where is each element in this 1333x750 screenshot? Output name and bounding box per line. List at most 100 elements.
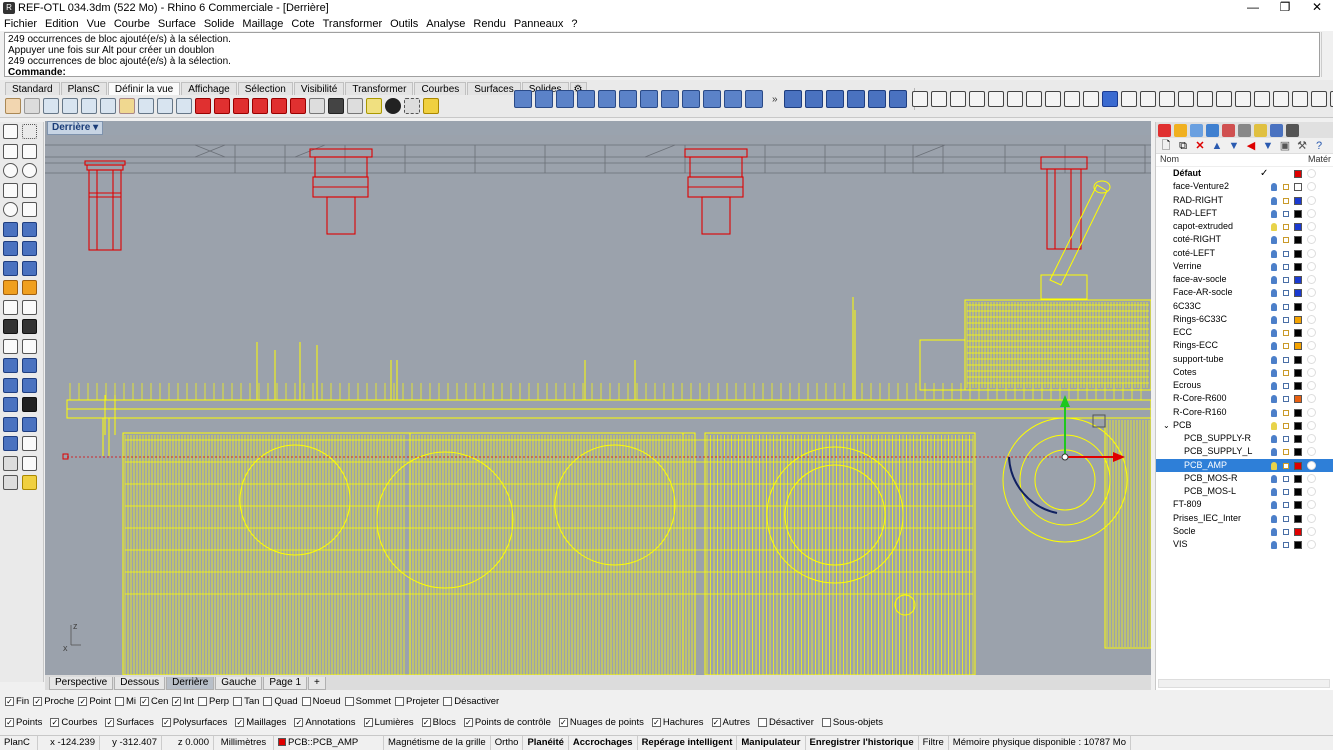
layer-name[interactable]: Ecrous <box>1173 379 1201 392</box>
lock-icon[interactable] <box>1283 383 1289 389</box>
viewport-canvas[interactable]: z x <box>45 135 1151 675</box>
array-icon[interactable] <box>22 416 37 432</box>
menu-edition[interactable]: Edition <box>45 18 79 30</box>
render-icon[interactable] <box>22 280 37 296</box>
layer-row[interactable]: coté-RIGHT <box>1156 233 1333 246</box>
point-icon[interactable] <box>385 98 401 114</box>
filter-maillages[interactable]: ✓ Maillages <box>235 717 286 728</box>
make-2d-icon[interactable] <box>1197 91 1213 107</box>
layer-color-swatch[interactable] <box>1294 514 1302 523</box>
circle-icon[interactable] <box>3 163 18 179</box>
move-icon[interactable] <box>3 377 18 393</box>
clipping-plane-icon[interactable] <box>1235 91 1251 107</box>
material-circle-icon[interactable] <box>1307 208 1316 218</box>
display-tab-icon[interactable] <box>1190 123 1203 137</box>
checkbox[interactable] <box>263 696 273 706</box>
checkbox[interactable]: ✓ <box>33 696 43 706</box>
dim-rotated-icon[interactable] <box>950 91 966 107</box>
help-tab-icon[interactable] <box>1286 123 1299 137</box>
new-layer-icon[interactable]: 🗋 <box>1160 140 1172 152</box>
filter-polysurfaces[interactable]: ✓ Polysurfaces <box>161 717 227 728</box>
shell-icon[interactable] <box>682 90 700 108</box>
layer-name[interactable]: VIS <box>1173 538 1188 551</box>
lock-icon[interactable] <box>1283 197 1289 204</box>
checkbox[interactable] <box>395 696 405 706</box>
undo-icon[interactable] <box>1083 91 1099 107</box>
cap-planar-holes-icon[interactable] <box>703 90 721 108</box>
osnap-int[interactable]: ✓ Int <box>172 696 194 707</box>
layer-name[interactable]: Verrine <box>1173 260 1202 273</box>
checkbox[interactable] <box>114 696 124 706</box>
layer-row[interactable]: RAD-LEFT <box>1156 207 1333 220</box>
layers-tab-icon[interactable] <box>1174 123 1187 137</box>
visibility-bulb-icon[interactable] <box>1271 474 1277 483</box>
zoom-window-icon[interactable] <box>43 98 59 114</box>
material-circle-icon[interactable] <box>1307 354 1316 364</box>
explode-icon[interactable] <box>22 319 37 335</box>
layer-name[interactable]: RAD-LEFT <box>1173 207 1217 220</box>
layer-color-swatch[interactable] <box>1294 474 1302 483</box>
tab-definir-la-vue[interactable]: Définir la vue <box>107 82 181 95</box>
layer-color-swatch[interactable] <box>1294 276 1302 284</box>
layer-row[interactable]: Prises_IEC_Inter <box>1156 512 1333 525</box>
status-filter[interactable]: Filtre <box>919 736 949 750</box>
checkbox[interactable]: ✓ <box>235 717 245 727</box>
layer-color-swatch[interactable] <box>1294 183 1302 192</box>
layer-row[interactable]: RAD-RIGHT <box>1156 194 1333 207</box>
filter-icon[interactable]: ▼ <box>1262 140 1274 152</box>
curve-icon[interactable] <box>22 143 37 159</box>
layer-color-swatch[interactable] <box>1294 170 1302 178</box>
move-down-icon[interactable]: ▼ <box>1228 140 1240 152</box>
viewport-tab-dessous[interactable]: Dessous <box>114 677 166 690</box>
visibility-bulb-icon[interactable] <box>1271 501 1277 510</box>
osnap-d-sactiver[interactable]: Désactiver <box>443 696 499 707</box>
light-icon[interactable] <box>3 280 18 296</box>
status-cplane[interactable]: PlanC <box>0 736 38 750</box>
lock-icon[interactable] <box>1283 343 1289 350</box>
annotation-style-icon[interactable] <box>1254 91 1270 107</box>
copy-icon[interactable] <box>22 377 37 393</box>
lens-length-icon[interactable] <box>423 98 439 114</box>
lock-icon[interactable] <box>1283 277 1289 283</box>
layer-row[interactable]: Cotes <box>1156 366 1333 379</box>
layer-name[interactable]: PCB_MOS-R <box>1184 472 1238 485</box>
checkbox[interactable]: ✓ <box>78 696 88 706</box>
viewport-title[interactable]: Derrière ▾ <box>47 121 104 135</box>
rotate-view-icon[interactable] <box>24 98 40 114</box>
solid-sphere-icon[interactable] <box>22 241 37 257</box>
menu-fichier[interactable]: Fichier <box>4 18 37 30</box>
osnap-noeud[interactable]: Noeud <box>301 696 341 707</box>
gumball-manipulator[interactable] <box>1060 395 1125 462</box>
checkbox[interactable]: ✓ <box>50 717 60 727</box>
material-circle-icon[interactable] <box>1307 473 1316 483</box>
layer-color-swatch[interactable] <box>1294 395 1302 404</box>
visibility-bulb-icon[interactable] <box>1271 355 1277 364</box>
menu-rendu[interactable]: Rendu <box>473 18 505 30</box>
checkbox[interactable]: ✓ <box>5 717 14 727</box>
offset-icon[interactable] <box>22 338 37 354</box>
osnap-fin[interactable]: ✓ Fin <box>5 696 29 707</box>
viewport-tab-gauche[interactable]: Gauche <box>215 677 263 690</box>
textures-tab-icon[interactable] <box>1254 123 1267 137</box>
zoom-in-icon[interactable] <box>119 98 135 114</box>
gumball-y-arrow[interactable] <box>1060 395 1070 407</box>
layer-name[interactable]: RAD-RIGHT <box>1173 194 1223 207</box>
material-circle-icon[interactable] <box>1307 275 1316 284</box>
layer-row[interactable]: coté-LEFT <box>1156 247 1333 260</box>
surface-from-curves-icon[interactable] <box>826 90 844 108</box>
lock-icon[interactable] <box>1283 250 1289 257</box>
dim-angle-icon[interactable] <box>1026 91 1042 107</box>
layer-row[interactable]: Verrine <box>1156 260 1333 273</box>
lock-icon[interactable] <box>1283 290 1289 297</box>
layer-name[interactable]: Socle <box>1173 525 1196 538</box>
undo-view-icon[interactable] <box>157 98 173 114</box>
layer-row[interactable]: Rings-ECC <box>1156 339 1333 352</box>
new-sublayer-icon[interactable]: ⧉ <box>1177 140 1189 152</box>
layer-color-swatch[interactable] <box>1294 541 1302 549</box>
layer-color-swatch[interactable] <box>1294 421 1302 430</box>
checkbox[interactable] <box>758 717 767 727</box>
menu-outils[interactable]: Outils <box>390 18 418 30</box>
checkbox[interactable] <box>198 696 207 706</box>
chamfer-edge-icon[interactable] <box>619 90 637 108</box>
front-view-icon[interactable] <box>271 98 287 114</box>
